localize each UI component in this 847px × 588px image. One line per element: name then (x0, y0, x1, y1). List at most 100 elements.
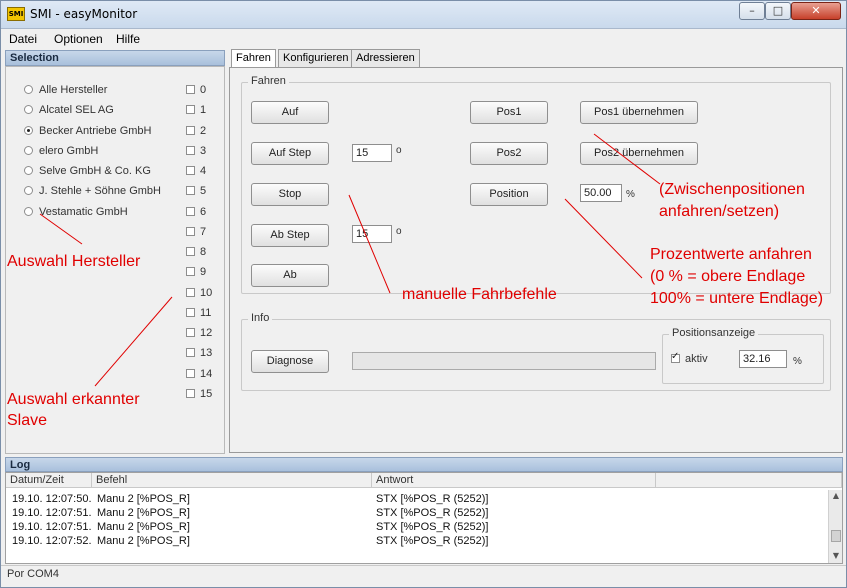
log-table[interactable]: Datum/Zeit Befehl Antwort 19.10. 12:07:5… (5, 472, 843, 564)
manufacturer-option[interactable]: Becker Antriebe GmbH (24, 124, 152, 138)
annotation-prozent-line3: 100% = untere Endlage) (650, 290, 824, 307)
slave-checkbox-15[interactable]: 15 (186, 387, 212, 401)
pos2-button[interactable]: Pos2 (470, 142, 548, 165)
scroll-up-icon[interactable]: ▲ (830, 490, 842, 502)
tab-fahren[interactable]: Fahren (231, 49, 276, 68)
position-input[interactable]: 50.00 (580, 184, 622, 202)
slave-checkbox-11[interactable]: 11 (186, 306, 211, 320)
slave-checkbox-14[interactable]: 14 (186, 367, 212, 381)
pos2-take-button[interactable]: Pos2 übernehmen (580, 142, 698, 165)
radio-icon[interactable] (24, 166, 33, 175)
diagnose-button[interactable]: Diagnose (251, 350, 329, 373)
status-bar: Por COM4 (1, 565, 846, 587)
annotation-hersteller: Auswahl Hersteller (7, 253, 141, 270)
checkbox-icon[interactable] (186, 146, 195, 155)
slave-checkbox-10[interactable]: 10 (186, 286, 212, 300)
manufacturer-option[interactable]: Selve GmbH & Co. KG (24, 164, 151, 178)
checkbox-icon[interactable] (186, 105, 195, 114)
pos1-button[interactable]: Pos1 (470, 101, 548, 124)
ab-button[interactable]: Ab (251, 264, 329, 287)
radio-selected-icon[interactable] (24, 126, 33, 135)
annotation-prozent-line2: (0 % = obere Endlage (650, 268, 806, 285)
checkbox-icon[interactable] (186, 207, 195, 216)
tab-adressieren[interactable]: Adressieren (351, 49, 420, 67)
auf-button[interactable]: Auf (251, 101, 329, 124)
radio-icon[interactable] (24, 146, 33, 155)
ab-step-input[interactable]: 15 (352, 225, 392, 243)
checkbox-icon[interactable] (186, 227, 195, 236)
manufacturer-option[interactable]: elero GmbH (24, 144, 98, 158)
checkbox-icon[interactable] (186, 389, 195, 398)
checkbox-icon[interactable] (186, 288, 195, 297)
manufacturer-option[interactable]: Alle Hersteller (24, 83, 107, 97)
slave-checkbox-7[interactable]: 7 (186, 225, 206, 239)
menu-hilfe[interactable]: Hilfe (116, 32, 140, 46)
menu-bar: Datei Optionen Hilfe (1, 30, 846, 48)
auf-step-input[interactable]: 15 (352, 144, 392, 162)
slave-label: 4 (200, 165, 207, 177)
aktiv-checkbox-row[interactable]: aktiv (671, 351, 708, 365)
checkbox-icon[interactable] (186, 126, 195, 135)
slave-checkbox-2[interactable]: 2 (186, 124, 206, 138)
radio-icon[interactable] (24, 85, 33, 94)
slave-checkbox-6[interactable]: 6 (186, 205, 206, 219)
slave-label: 5 (200, 185, 207, 197)
log-column-header[interactable]: Antwort (372, 473, 656, 488)
annotation-fahrbefehle: manuelle Fahrbefehle (402, 286, 557, 303)
radio-icon[interactable] (24, 105, 33, 114)
checkbox-icon[interactable] (186, 166, 195, 175)
slave-label: 0 (200, 84, 207, 96)
tab-konfigurieren[interactable]: Konfigurieren (278, 49, 354, 67)
radio-icon[interactable] (24, 207, 33, 216)
window-title: SMI - easyMonitor (30, 7, 138, 21)
log-cell-command: Manu 2 [%POS_R] (97, 521, 190, 533)
auf-step-button[interactable]: Auf Step (251, 142, 329, 165)
slave-label: 1 (200, 104, 207, 116)
maximize-button[interactable]: □ (765, 2, 791, 20)
checkbox-icon[interactable] (186, 247, 195, 256)
log-header: Log (5, 457, 843, 472)
scroll-down-icon[interactable]: ▼ (830, 550, 842, 562)
checkbox-icon[interactable] (186, 369, 195, 378)
stop-button[interactable]: Stop (251, 183, 329, 206)
checkbox-icon[interactable] (186, 267, 195, 276)
log-cell-answer: STX [%POS_R (5252)] (376, 507, 489, 519)
slave-label: 9 (200, 266, 207, 278)
checkbox-icon[interactable] (186, 328, 195, 337)
slave-label: 12 (200, 327, 213, 339)
pos1-take-button[interactable]: Pos1 übernehmen (580, 101, 698, 124)
slave-checkbox-12[interactable]: 12 (186, 326, 212, 340)
checkbox-icon[interactable] (186, 308, 195, 317)
position-unit: % (626, 189, 635, 200)
slave-label: 11 (200, 307, 212, 319)
title-bar[interactable]: SMI SMI - easyMonitor – □ ✕ (1, 1, 846, 29)
slave-checkbox-13[interactable]: 13 (186, 346, 212, 360)
checkbox-icon[interactable] (186, 348, 195, 357)
checkbox-icon[interactable] (186, 85, 195, 94)
log-cell-answer: STX [%POS_R (5252)] (376, 535, 489, 547)
radio-icon[interactable] (24, 186, 33, 195)
manufacturer-option[interactable]: J. Stehle + Söhne GmbH (24, 184, 161, 198)
manufacturer-option[interactable]: Vestamatic GmbH (24, 205, 128, 219)
minimize-button[interactable]: – (739, 2, 765, 20)
menu-datei[interactable]: Datei (9, 32, 37, 46)
slave-checkbox-0[interactable]: 0 (186, 83, 206, 97)
slave-checkbox-9[interactable]: 9 (186, 265, 206, 279)
log-column-header[interactable]: Datum/Zeit (6, 473, 92, 488)
log-column-header[interactable]: Befehl (92, 473, 372, 488)
log-scrollbar[interactable]: ▲ ▼ (828, 490, 842, 563)
scroll-thumb[interactable] (831, 530, 841, 542)
slave-checkbox-1[interactable]: 1 (186, 103, 206, 117)
checkbox-checked-icon[interactable] (671, 351, 680, 363)
slave-checkbox-4[interactable]: 4 (186, 164, 206, 178)
slave-checkbox-8[interactable]: 8 (186, 245, 206, 259)
manufacturer-option[interactable]: Alcatel SEL AG (24, 103, 114, 117)
position-button[interactable]: Position (470, 183, 548, 206)
close-button[interactable]: ✕ (791, 2, 841, 20)
position-display-unit: % (793, 356, 802, 367)
menu-optionen[interactable]: Optionen (54, 32, 103, 46)
slave-checkbox-5[interactable]: 5 (186, 184, 206, 198)
checkbox-icon[interactable] (186, 186, 195, 195)
ab-step-button[interactable]: Ab Step (251, 224, 329, 247)
slave-checkbox-3[interactable]: 3 (186, 144, 206, 158)
